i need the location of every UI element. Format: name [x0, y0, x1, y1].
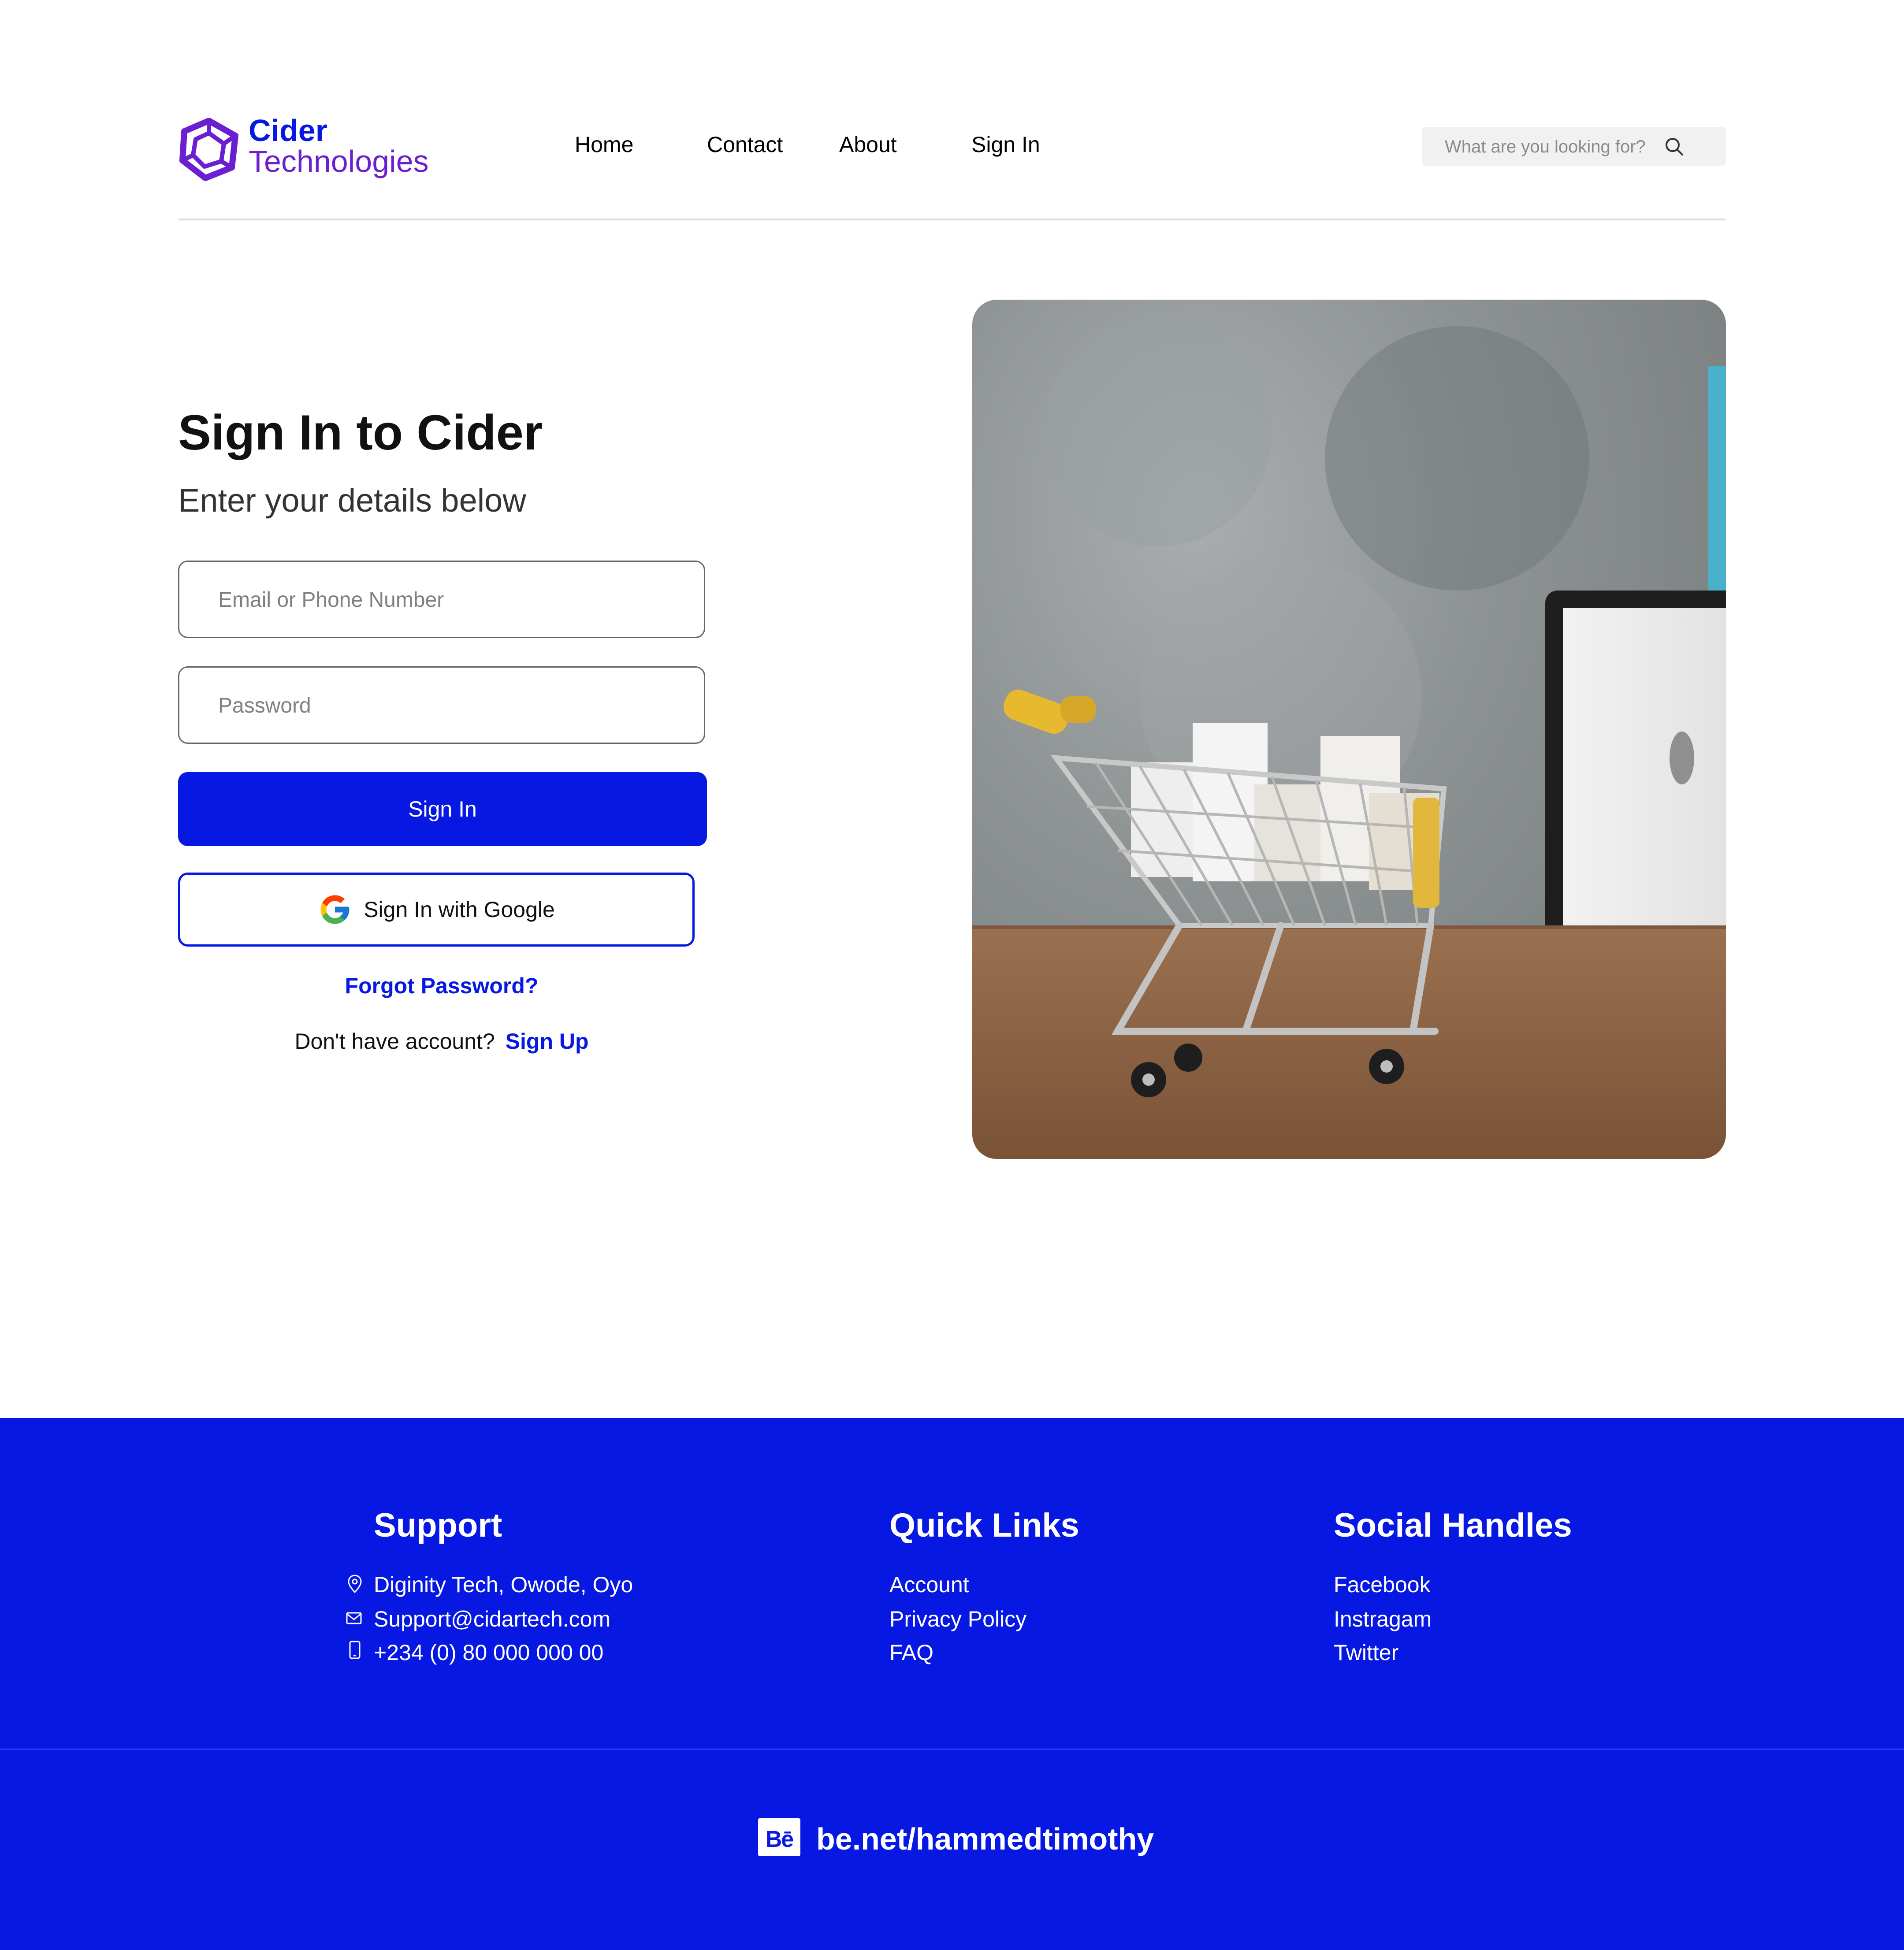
- social-link-twitter[interactable]: Twitter: [1334, 1638, 1398, 1667]
- page-title: Sign In to Cider: [178, 405, 543, 460]
- sign-in-button[interactable]: Sign In: [178, 772, 707, 846]
- nav-about[interactable]: About: [839, 130, 897, 159]
- behance-icon[interactable]: Bē: [758, 1818, 800, 1856]
- phone-icon: [349, 1641, 361, 1659]
- logo-mark-icon: [179, 118, 238, 181]
- no-account-text: Don't have account?: [294, 1029, 495, 1054]
- logo-word-technologies: Technologies: [249, 144, 429, 178]
- behance-link[interactable]: be.net/hammedtimothy: [816, 1820, 1154, 1858]
- support-email[interactable]: Support@cidartech.com: [374, 1605, 610, 1633]
- google-icon: [320, 895, 350, 924]
- password-field: [178, 666, 705, 744]
- password-input[interactable]: [217, 685, 677, 726]
- location-pin-icon: [348, 1575, 362, 1593]
- support-phone[interactable]: +234 (0) 80 000 000 00: [374, 1638, 603, 1667]
- footer: Support Diginity Tech, Owode, Oyo Suppor…: [0, 1418, 1904, 1950]
- footer-link-account[interactable]: Account: [889, 1571, 969, 1599]
- email-field: [178, 561, 705, 638]
- page-subtitle: Enter your details below: [178, 482, 526, 519]
- google-button-label: Sign In with Google: [364, 897, 555, 922]
- footer-link-privacy-policy[interactable]: Privacy Policy: [889, 1605, 1026, 1633]
- search-bar: [1422, 127, 1726, 166]
- search-input[interactable]: [1444, 135, 1675, 159]
- sign-in-button-label: Sign In: [408, 797, 477, 821]
- sign-in-page: Cider Technologies Home Contact About Si…: [0, 0, 1904, 1950]
- header-divider: [178, 219, 1726, 220]
- logo-word-cider: Cider: [249, 113, 327, 148]
- email-input[interactable]: [217, 579, 677, 620]
- signup-prompt: Don't have account? Sign Up: [178, 1029, 705, 1054]
- social-handles-heading: Social Handles: [1334, 1507, 1572, 1544]
- google-sign-in-button[interactable]: Sign In with Google: [178, 873, 695, 947]
- sign-up-link[interactable]: Sign Up: [506, 1029, 589, 1054]
- quick-links-heading: Quick Links: [889, 1507, 1079, 1544]
- forgot-password-link[interactable]: Forgot Password?: [178, 973, 705, 999]
- nav-home[interactable]: Home: [575, 130, 633, 159]
- shopping-cart-illustration: [972, 317, 1726, 1159]
- support-heading: Support: [374, 1507, 502, 1544]
- cider-logo[interactable]: Cider Technologies: [178, 113, 451, 184]
- footer-link-faq[interactable]: FAQ: [889, 1638, 933, 1667]
- support-address: Diginity Tech, Owode, Oyo: [374, 1572, 633, 1597]
- nav-contact[interactable]: Contact: [707, 130, 783, 159]
- social-link-instagram[interactable]: Instragam: [1334, 1605, 1432, 1633]
- social-link-facebook[interactable]: Facebook: [1334, 1571, 1431, 1599]
- hero-image: [972, 300, 1726, 1159]
- search-icon[interactable]: [1663, 136, 1685, 158]
- mail-icon: [346, 1612, 362, 1624]
- nav-sign-in[interactable]: Sign In: [971, 130, 1040, 159]
